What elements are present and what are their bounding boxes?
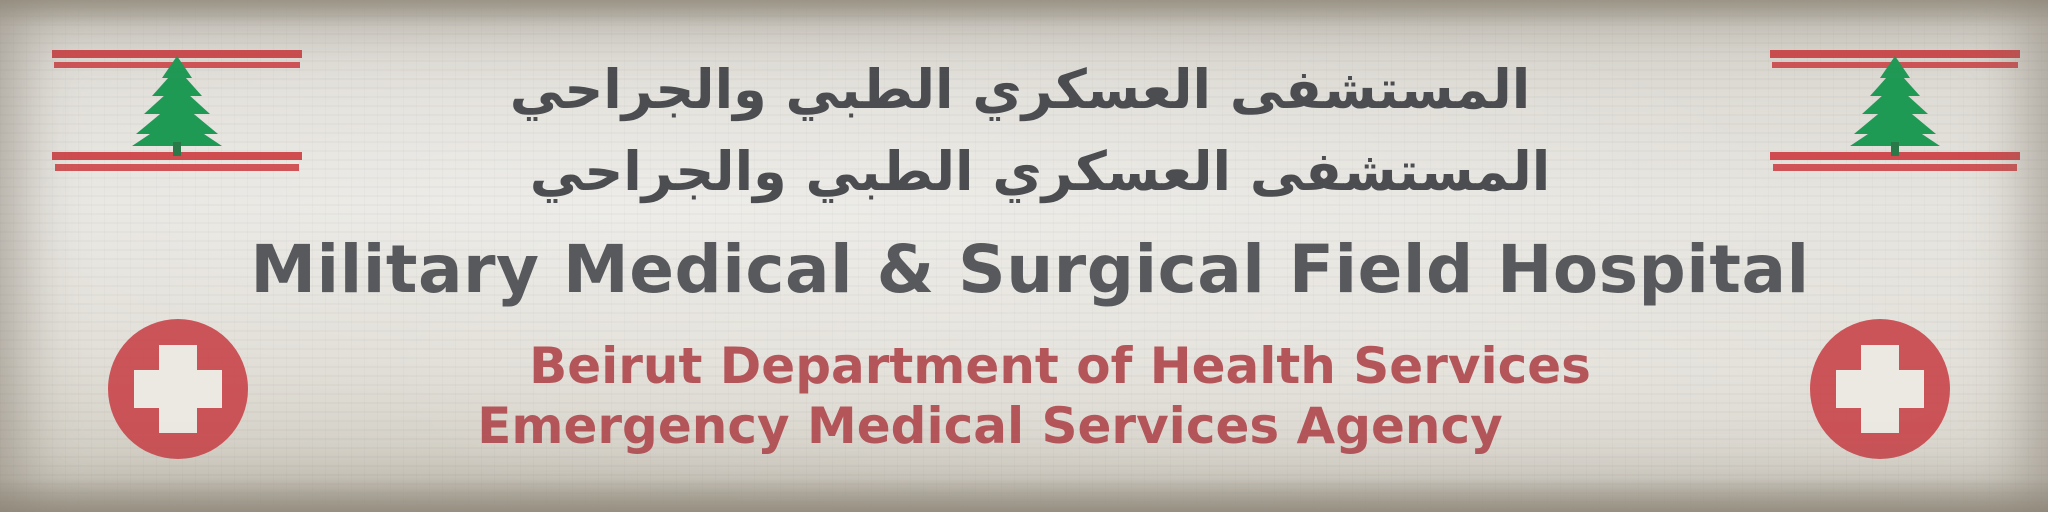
- banner-bottom-edge: [0, 478, 2048, 512]
- medical-cross-icon: [1805, 317, 1955, 467]
- department-subtitle: Beirut Department of Health Services: [529, 337, 1591, 395]
- lebanese-flag-icon: [1770, 42, 2020, 182]
- lebanese-flag-icon: [52, 42, 302, 182]
- hospital-banner: المستشفى العسكري الطبي والجراحي المستشفى…: [0, 0, 2048, 512]
- arabic-hospital-name-line-2: المستشفى العسكري الطبي والجراحي: [529, 140, 1551, 203]
- hospital-title: Military Medical & Surgical Field Hospit…: [250, 231, 1810, 308]
- cedar-tree-icon: [132, 56, 222, 156]
- medical-cross-icon: [103, 317, 253, 467]
- agency-subtitle: Emergency Medical Services Agency: [477, 397, 1503, 455]
- arabic-hospital-name-line-1: المستشفى العسكري الطبي والجراحي: [509, 58, 1531, 121]
- banner-top-edge: [0, 0, 2048, 26]
- cedar-tree-icon: [1850, 56, 1940, 156]
